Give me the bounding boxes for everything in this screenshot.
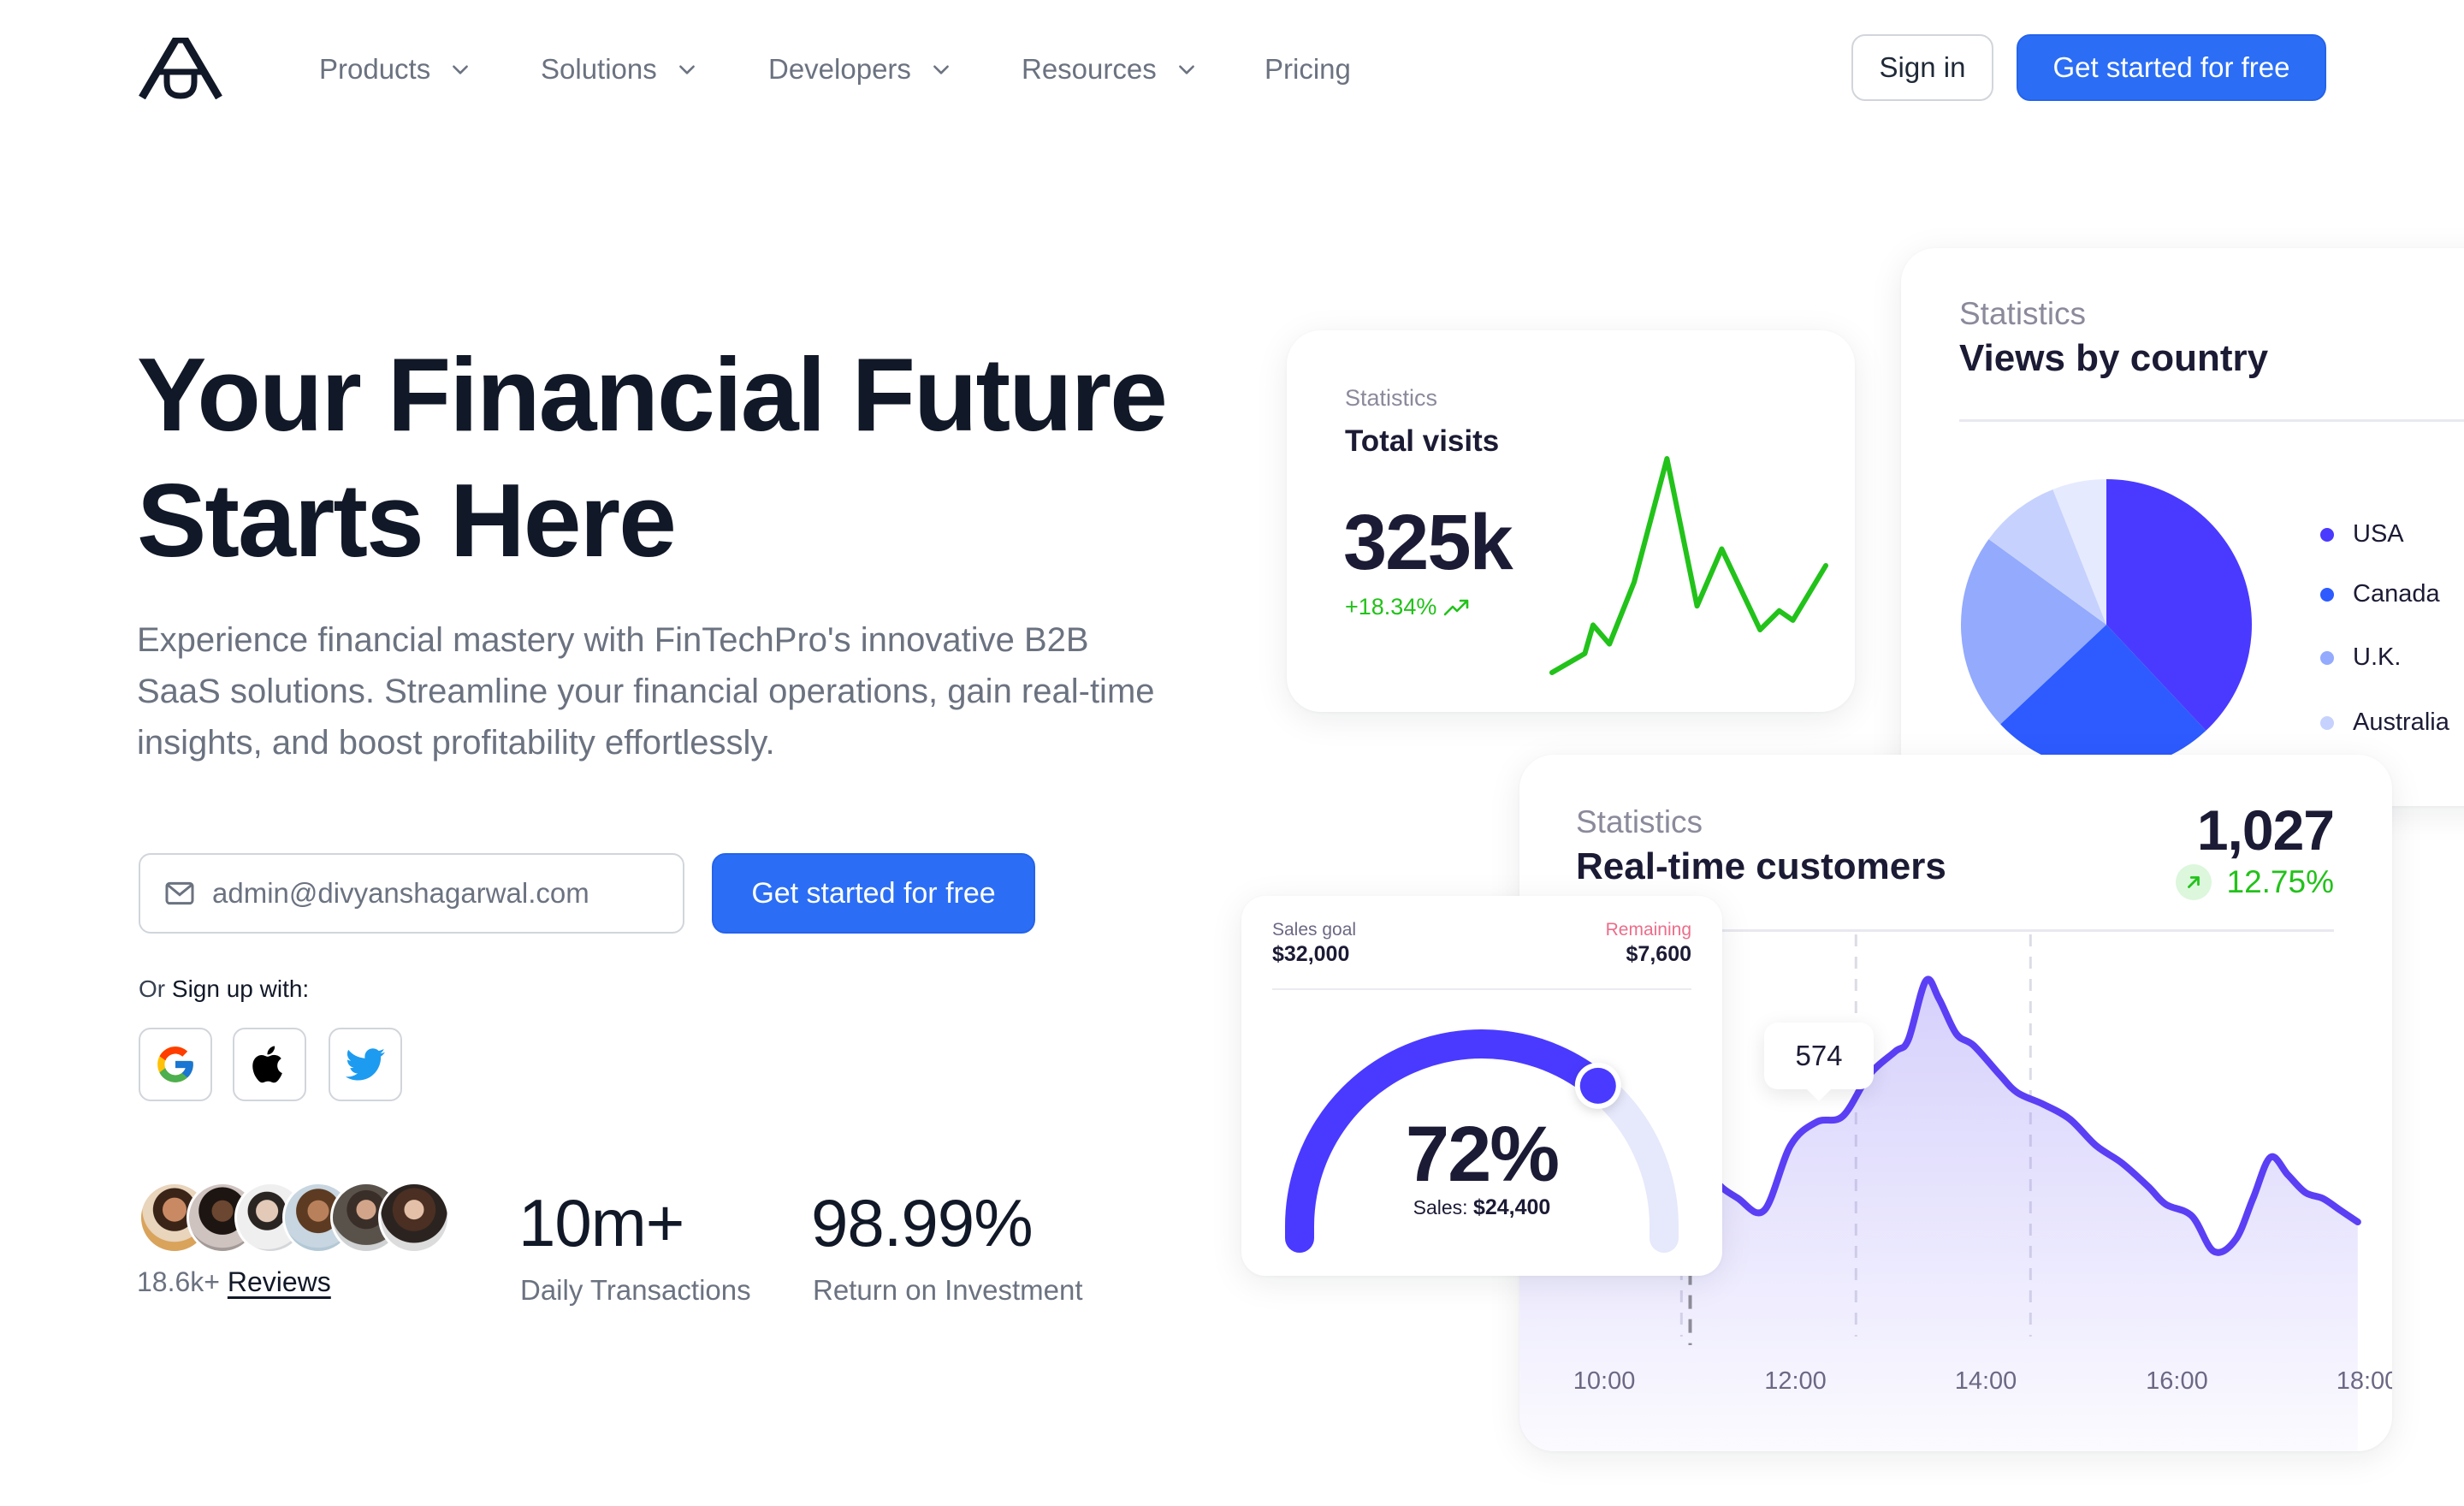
hero-subtext: Experience financial mastery with FinTec… bbox=[137, 621, 1155, 762]
arrow-up-right-icon bbox=[2187, 876, 2200, 888]
legend-dot bbox=[2320, 527, 2334, 542]
reviews-link[interactable]: Reviews bbox=[228, 1266, 331, 1297]
logo-icon[interactable] bbox=[139, 38, 222, 99]
sales-goal-label: Sales goal bbox=[1272, 920, 1357, 940]
total-visits-change: +18.34% bbox=[1345, 594, 1471, 620]
chevron-down-icon bbox=[1178, 65, 1194, 74]
sales-percent: 72% bbox=[1405, 1111, 1560, 1198]
reviews-count: 18.6k+ bbox=[137, 1266, 220, 1297]
nav-resources-label: Resources bbox=[1022, 53, 1157, 85]
hero-headline: Your Financial Future Starts Here bbox=[137, 332, 1168, 584]
twitter-signup-button[interactable] bbox=[329, 1028, 402, 1101]
x-tick-label: 16:00 bbox=[2146, 1367, 2208, 1395]
email-input[interactable] bbox=[212, 877, 657, 910]
chevron-down-icon bbox=[933, 65, 949, 74]
card-eyebrow: Statistics bbox=[1576, 804, 1703, 839]
stat-daily-transactions-label: Daily Transactions bbox=[520, 1274, 751, 1306]
nav-solutions-label: Solutions bbox=[541, 53, 657, 85]
stat-daily-transactions-value: 10m+ bbox=[518, 1185, 684, 1260]
nav-products-label: Products bbox=[319, 53, 431, 85]
total-visits-sparkline bbox=[1549, 456, 1828, 675]
x-tick-label: 14:00 bbox=[1954, 1367, 2017, 1395]
realtime-change: 12.75% bbox=[2175, 864, 2335, 900]
gauge-handle[interactable] bbox=[1579, 1067, 1616, 1104]
views-pie-chart bbox=[1961, 479, 2252, 771]
legend-dot bbox=[2320, 715, 2334, 730]
realtime-value: 1,027 bbox=[2196, 798, 2335, 862]
stat-roi-value: 98.99% bbox=[811, 1185, 1034, 1260]
reviews-summary: 18.6k+ Reviews bbox=[137, 1266, 331, 1298]
sign-in-button[interactable]: Sign in bbox=[1851, 34, 1993, 101]
card-eyebrow: Statistics bbox=[1345, 385, 1438, 411]
x-tick-label: 18:00 bbox=[2336, 1367, 2392, 1395]
card-title: Real-time customers bbox=[1576, 845, 1946, 887]
remaining-value: $7,600 bbox=[1626, 942, 1691, 966]
headline-line-2: Starts Here bbox=[137, 462, 677, 578]
legend-item: Australia bbox=[2320, 709, 2449, 737]
card-eyebrow: Statistics bbox=[1959, 296, 2087, 331]
email-field[interactable] bbox=[139, 853, 684, 934]
stat-roi-label: Return on Investment bbox=[813, 1274, 1083, 1306]
nav-pricing[interactable]: Pricing bbox=[1265, 50, 1351, 89]
apple-signup-button[interactable] bbox=[233, 1028, 306, 1101]
realtime-change-text: 12.75% bbox=[2226, 864, 2335, 899]
signup-label: Or Sign up with: bbox=[139, 975, 309, 1003]
views-by-country-card: Statistics Views by country USA Canada U.K… bbox=[1901, 248, 2464, 806]
nav-developers-label: Developers bbox=[768, 53, 911, 85]
sales-value: $24,400 bbox=[1472, 1195, 1551, 1219]
signup-text: Sign up with: bbox=[171, 975, 310, 1002]
chevron-down-icon bbox=[453, 65, 469, 74]
divider bbox=[1959, 419, 2464, 422]
card-title: Total visits bbox=[1345, 424, 1500, 458]
mail-icon bbox=[165, 881, 194, 905]
nav-resources[interactable]: Resources bbox=[1022, 50, 1198, 89]
nav-pricing-label: Pricing bbox=[1265, 53, 1351, 85]
x-tick-label: 10:00 bbox=[1573, 1367, 1636, 1395]
reviewer-avatars bbox=[139, 1182, 450, 1254]
avatar bbox=[378, 1182, 450, 1254]
header-get-started-button[interactable]: Get started for free bbox=[2017, 34, 2326, 101]
legend-dot bbox=[2320, 650, 2334, 665]
trending-up-icon bbox=[1444, 599, 1469, 615]
google-signup-button[interactable] bbox=[139, 1028, 212, 1101]
nav-developers[interactable]: Developers bbox=[768, 50, 952, 89]
hero-get-started-button[interactable]: Get started for free bbox=[712, 853, 1035, 934]
x-tick-label: 12:00 bbox=[1764, 1367, 1827, 1395]
chevron-down-icon bbox=[678, 65, 695, 74]
card-title: Views by country bbox=[1959, 337, 2269, 379]
legend-label: Canada bbox=[2353, 580, 2440, 608]
chart-tooltip: 574 bbox=[1764, 1023, 1874, 1089]
nav-products[interactable]: Products bbox=[319, 50, 471, 89]
google-icon bbox=[157, 1046, 193, 1082]
nav-solutions[interactable]: Solutions bbox=[541, 50, 698, 89]
sales-label: Sales: bbox=[1413, 1196, 1468, 1218]
legend-item: U.K. bbox=[2320, 643, 2401, 672]
remaining-label: Remaining bbox=[1605, 920, 1691, 940]
total-visits-value: 325k bbox=[1343, 499, 1513, 586]
legend-item: Canada bbox=[2320, 580, 2440, 608]
total-visits-change-text: +18.34% bbox=[1345, 594, 1437, 620]
legend-dot bbox=[2320, 587, 2334, 602]
twitter-icon bbox=[346, 1048, 385, 1081]
change-badge bbox=[2175, 864, 2212, 900]
sales-goal-value: $32,000 bbox=[1272, 942, 1350, 966]
total-visits-card: Statistics Total visits 325k +18.34% bbox=[1287, 330, 1855, 712]
headline-line-1: Your Financial Future bbox=[137, 336, 1168, 453]
legend-label: USA bbox=[2353, 520, 2404, 548]
legend-label: Australia bbox=[2353, 709, 2449, 736]
signup-prefix: Or bbox=[139, 975, 172, 1002]
apple-icon bbox=[252, 1046, 282, 1083]
sparkline-series bbox=[1549, 456, 1828, 675]
legend-item: USA bbox=[2320, 520, 2404, 548]
divider bbox=[1272, 988, 1691, 990]
sales-goal-card: Sales goal $32,000 Remaining $7,600 72% … bbox=[1241, 896, 1722, 1276]
sales-amount: Sales: $24,400 bbox=[1241, 1195, 1722, 1220]
legend-label: U.K. bbox=[2353, 643, 2402, 671]
